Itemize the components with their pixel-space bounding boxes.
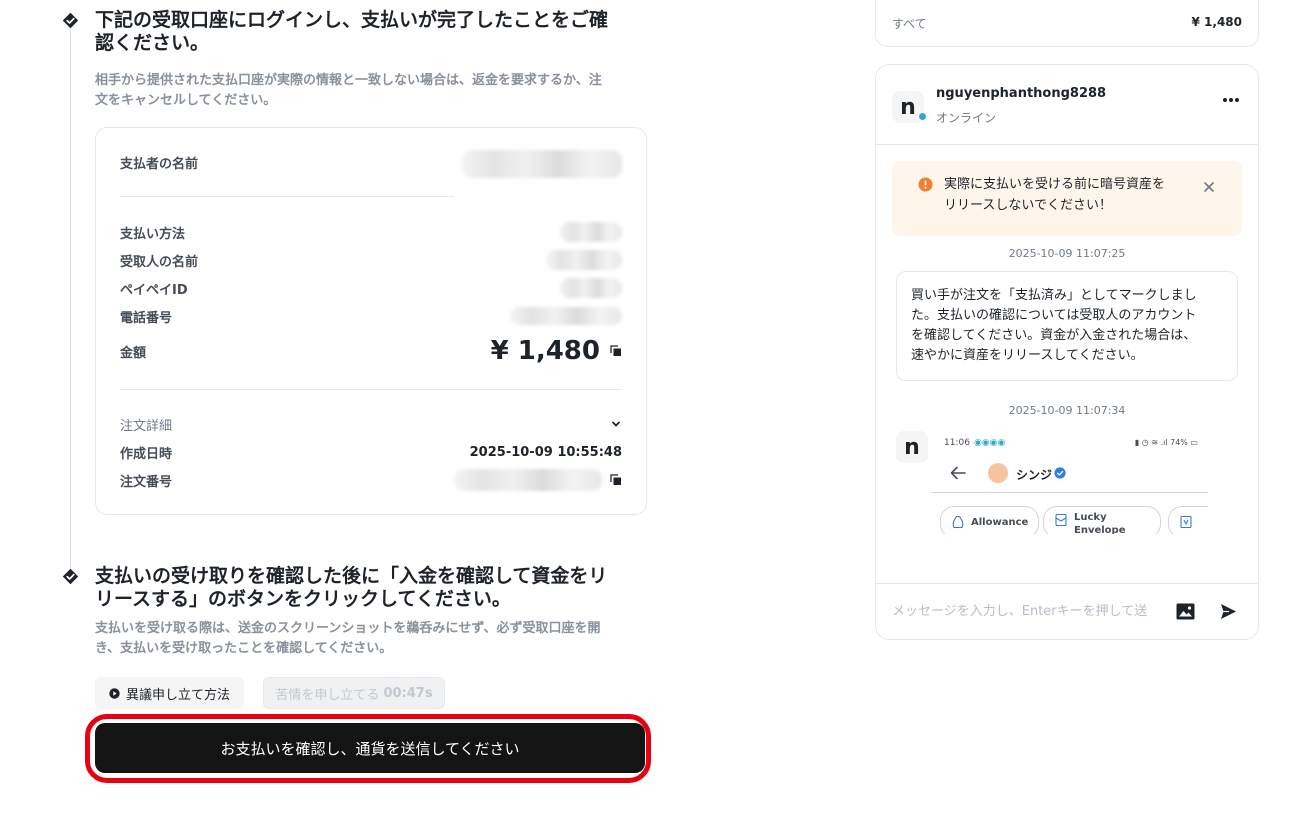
close-icon[interactable] [1204, 182, 1214, 192]
warning-text: 実際に支払いを受ける前に暗号資産を リリースしないでください！ [944, 177, 1166, 213]
paypay-id-label: ペイペイID [120, 282, 188, 298]
lucky-envelope-chip: Lucky Envelope [1043, 506, 1161, 534]
copy-icon[interactable] [610, 345, 622, 357]
paypay-id-redacted [560, 278, 622, 298]
amount-value: ¥ 1,480 [490, 336, 600, 366]
phone-battery: ▮ ◷ ≋ .ıl 74% ▭ [1134, 438, 1198, 447]
verified-badge-icon [1054, 467, 1066, 479]
send-icon[interactable] [1220, 603, 1237, 620]
chat-input-bar [876, 583, 1258, 639]
avatar: n [896, 431, 928, 463]
created-time-row: 作成日時 2025-10-09 10:55:48 [120, 440, 622, 464]
created-time-value: 2025-10-09 10:55:48 [469, 444, 622, 460]
avatar: n [892, 91, 927, 123]
order-number-label: 注文番号 [120, 474, 173, 490]
chat-header: n nguyenphanthong8288 オンライン [876, 65, 1258, 145]
recipient-name-row: 受取人の名前 [120, 248, 622, 272]
payment-method-label: 支払い方法 [120, 226, 186, 242]
recipient-name-redacted [546, 250, 622, 270]
image-upload-icon[interactable] [1176, 603, 1195, 620]
payer-name-row: 支払者の名前 [120, 150, 622, 178]
online-status: オンライン [936, 111, 997, 125]
recipient-name-label: 受取人の名前 [120, 254, 199, 270]
voucher-icon [1179, 515, 1193, 529]
order-details-toggle[interactable]: 注文詳細 [120, 412, 622, 436]
phone-status-bar: 11:06 ◉◉◉◉ [944, 438, 1006, 448]
copy-icon[interactable] [610, 474, 622, 486]
created-time-label: 作成日時 [120, 446, 173, 462]
order-details-label: 注文詳細 [120, 418, 173, 434]
message-timestamp: 2025-10-09 11:07:25 [1008, 247, 1126, 260]
appeal-guide-label: 異議申し立て方法 [126, 687, 231, 703]
more-chip [1168, 506, 1208, 534]
step2-title: 支払いの受け取りを確認した後に「入金を確認して資金をリ リースする」のボタンをク… [95, 565, 608, 610]
phone-redacted [510, 307, 622, 325]
step2-description: 支払いを受け取る際は、送金のスクリーンショットを鵜呑みにせず、必ず受取口座を開 … [95, 621, 601, 656]
chat-panel: n nguyenphanthong8288 オンライン 実際に支払いを受ける前に… [875, 64, 1259, 640]
divider [120, 389, 622, 390]
payer-name-redacted [462, 150, 622, 178]
step-complete-icon [62, 568, 79, 585]
play-circle-icon [109, 687, 120, 699]
order-number-row: 注文番号 [120, 468, 622, 492]
timeline-line [70, 24, 71, 572]
bag-icon [951, 515, 965, 529]
step-complete-icon [62, 12, 79, 29]
appeal-timer: 00:47s [383, 685, 433, 701]
payment-method-redacted [560, 222, 622, 242]
divider [932, 492, 1208, 493]
amount-row: 金額 ¥ 1,480 [120, 336, 622, 366]
appeal-guide-button[interactable]: 異議申し立て方法 [95, 677, 245, 709]
screenshot-image-message[interactable]: 11:06 ◉◉◉◉ ▮ ◷ ≋ .ıl 74% ▭ シンジ Allowance… [932, 430, 1208, 534]
order-number-redacted [454, 469, 602, 491]
more-options-icon[interactable] [1222, 97, 1240, 103]
online-indicator [918, 112, 927, 121]
amount-label: 金額 [120, 345, 147, 361]
summary-all-value: ¥ 1,480 [1191, 15, 1242, 29]
appeal-button[interactable]: 苦情を申し立てる 00:47s [263, 677, 445, 709]
counterparty-username[interactable]: nguyenphanthong8288 [936, 86, 1106, 101]
warning-banner: 実際に支払いを受ける前に暗号資産を リリースしないでください！ [892, 161, 1242, 236]
contact-name: シンジ [1016, 468, 1053, 482]
back-arrow-icon [950, 466, 966, 480]
message-input[interactable] [892, 600, 1158, 622]
step1-title: 下記の受取口座にログインし、支払いが完了したことをご確 認ください。 [95, 9, 609, 54]
chevron-down-icon [610, 418, 622, 430]
paypay-id-row: ペイペイID [120, 276, 622, 300]
system-message: 買い手が注文を「支払済み」としてマークしまし た。支払いの確認については受取人の… [896, 271, 1238, 381]
warning-icon [918, 177, 933, 192]
order-summary-card: すべて ¥ 1,480 [875, 0, 1259, 47]
summary-total-row: すべて ¥ 1,480 [892, 15, 1242, 32]
phone-row: 電話番号 [120, 304, 622, 328]
phone-label: 電話番号 [120, 310, 173, 326]
payment-details-card: 支払者の名前 支払い方法 受取人の名前 ペイペイID 電話番号 金額 ¥ 1,4… [95, 127, 647, 515]
envelope-icon [1054, 513, 1068, 527]
appeal-label: 苦情を申し立てる [275, 687, 380, 703]
payer-name-label: 支払者の名前 [120, 156, 199, 172]
payment-method-row: 支払い方法 [120, 220, 622, 244]
allowance-chip: Allowance [940, 506, 1040, 534]
step1-description: 相手から提供された支払口座が実際の情報と一致しない場合は、返金を要求するか、注 … [95, 73, 602, 108]
contact-avatar [988, 463, 1008, 483]
message-timestamp: 2025-10-09 11:07:34 [1008, 404, 1126, 417]
summary-all-label: すべて [892, 17, 927, 31]
divider [120, 196, 454, 197]
confirm-release-button[interactable]: お支払いを確認し、通貨を送信してください [95, 723, 645, 773]
